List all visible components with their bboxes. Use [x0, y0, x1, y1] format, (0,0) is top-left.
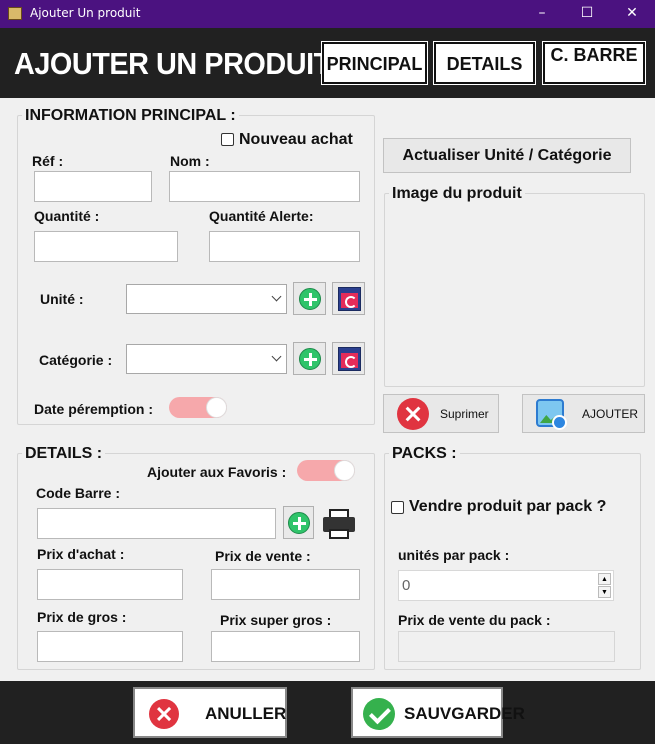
close-button[interactable]: ✕ — [610, 0, 654, 28]
title-bar: Ajouter Un produit – ☐ ✕ — [0, 0, 655, 28]
prix-gros-input[interactable] — [37, 631, 183, 662]
vendre-pack-checkbox[interactable] — [391, 501, 404, 514]
sauvgarder-label: SAUVGARDER — [404, 704, 525, 723]
chevron-down-icon — [271, 291, 282, 302]
maximize-button[interactable]: ☐ — [565, 0, 609, 28]
quantite-alerte-input[interactable] — [209, 231, 360, 262]
cancel-icon — [149, 699, 179, 729]
info-group-title: INFORMATION PRINCIPAL : — [22, 107, 239, 125]
sauvgarder-button[interactable]: SAUVGARDER — [351, 687, 525, 738]
stepper-down-icon[interactable]: ▼ — [598, 586, 611, 598]
nom-input[interactable] — [169, 171, 360, 202]
chevron-down-icon — [271, 351, 282, 362]
prix-vente-pack-input[interactable] — [398, 631, 615, 662]
quantite-input[interactable] — [34, 231, 178, 262]
ref-label: Réf : — [32, 153, 64, 169]
ajouter-image-button[interactable]: AJOUTER — [522, 394, 645, 433]
stepper-up-icon[interactable]: ▲ — [598, 573, 611, 585]
anuller-button[interactable]: ANULLER — [133, 687, 287, 738]
prix-vente-pack-label: Prix de vente du pack : — [398, 612, 551, 628]
quantite-label: Quantité : — [34, 208, 100, 224]
toggle-knob — [206, 397, 227, 418]
minimize-button[interactable]: – — [520, 0, 564, 28]
generate-barcode-button[interactable] — [283, 506, 314, 539]
plus-icon — [288, 512, 310, 534]
toggle-knob — [334, 460, 355, 481]
page-title: AJOUTER UN PRODUIT — [14, 46, 331, 81]
refresh-icon — [338, 287, 361, 311]
tab-details[interactable]: DETAILS — [433, 41, 536, 85]
favoris-toggle[interactable] — [297, 460, 355, 481]
prix-gros-label: Prix de gros : — [37, 609, 127, 625]
actualiser-button[interactable]: Actualiser Unité / Catégorie — [383, 138, 631, 173]
favoris-label: Ajouter aux Favoris : — [147, 464, 287, 480]
image-group — [384, 193, 645, 387]
ajouter-image-label: AJOUTER — [582, 407, 639, 421]
refresh-categorie-button[interactable] — [332, 342, 365, 375]
image-group-title: Image du produit — [389, 185, 525, 203]
suprimer-label: Suprimer — [440, 407, 489, 421]
prix-super-gros-input[interactable] — [211, 631, 360, 662]
prix-super-gros-label: Prix super gros : — [220, 612, 332, 628]
add-unite-button[interactable] — [293, 282, 326, 315]
unites-par-pack-stepper[interactable]: 0 ▲ ▼ — [398, 570, 614, 601]
prix-achat-label: Prix d'achat : — [37, 546, 125, 562]
code-barre-input[interactable] — [37, 508, 276, 539]
ref-input[interactable] — [34, 171, 152, 202]
unite-select[interactable] — [126, 284, 287, 314]
header-band: AJOUTER UN PRODUIT PRINCIPAL DETAILS C. … — [0, 28, 655, 98]
image-add-icon — [536, 399, 567, 430]
nouveau-achat-checkbox[interactable] — [221, 133, 234, 146]
date-peremption-label: Date péremption : — [34, 401, 154, 417]
plus-icon — [299, 348, 321, 370]
unites-par-pack-value: 0 — [402, 577, 411, 594]
tab-code-barre[interactable]: C. BARRE — [542, 41, 646, 85]
tab-principal[interactable]: PRINCIPAL — [321, 41, 428, 85]
prix-vente-label: Prix de vente : — [215, 548, 311, 564]
refresh-unite-button[interactable] — [332, 282, 365, 315]
details-group-title: DETAILS : — [22, 445, 106, 463]
nom-label: Nom : — [170, 153, 210, 169]
prix-vente-input[interactable] — [211, 569, 360, 600]
add-product-window: Ajouter Un produit – ☐ ✕ AJOUTER UN PROD… — [0, 0, 655, 744]
delete-icon — [397, 398, 429, 430]
nouveau-achat-label: Nouveau achat — [239, 131, 353, 148]
categorie-label: Catégorie : — [39, 352, 113, 368]
prix-achat-input[interactable] — [37, 569, 183, 600]
app-icon — [8, 7, 22, 20]
refresh-icon — [338, 347, 361, 371]
print-barcode-button[interactable] — [323, 509, 355, 539]
add-categorie-button[interactable] — [293, 342, 326, 375]
anuller-label: ANULLER — [205, 704, 287, 723]
unites-par-pack-label: unités par pack : — [398, 547, 510, 563]
packs-group-title: PACKS : — [389, 445, 460, 463]
plus-icon — [299, 288, 321, 310]
quantite-alerte-label: Quantité Alerte: — [209, 208, 314, 224]
checkmark-icon — [363, 698, 395, 730]
code-barre-label: Code Barre : — [36, 485, 121, 501]
unite-label: Unité : — [40, 291, 84, 307]
window-title: Ajouter Un produit — [30, 6, 141, 20]
vendre-pack-label: Vendre produit par pack ? — [409, 498, 607, 515]
categorie-select[interactable] — [126, 344, 287, 374]
suprimer-button[interactable]: Suprimer — [383, 394, 499, 433]
footer-band: ANULLER SAUVGARDER — [0, 681, 655, 744]
date-peremption-toggle[interactable] — [169, 397, 227, 418]
